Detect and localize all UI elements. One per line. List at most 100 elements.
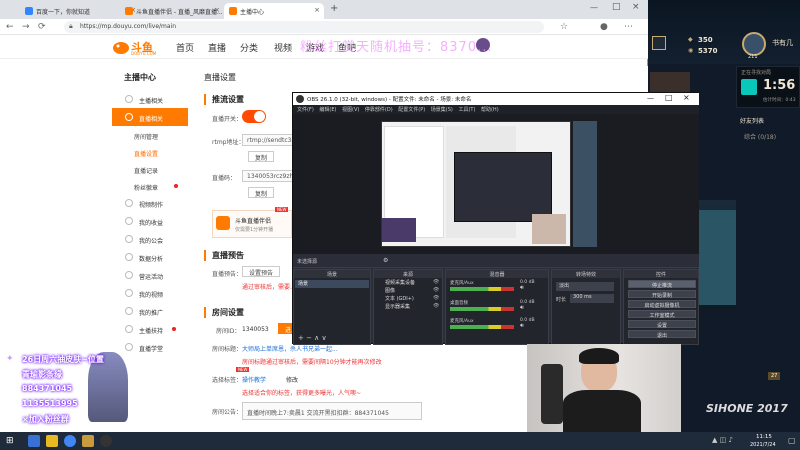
overlay-line: 青瑜影条缘 [22,370,62,379]
league-client-icon[interactable] [82,435,94,447]
url-input[interactable]: 🔒︎ https://mp.douyu.com/live/main [64,21,544,33]
copy-rtmp-button[interactable]: 复制 [248,151,275,162]
add-scene-icon[interactable]: + − ∧ ∨ [298,334,327,342]
scene-item[interactable]: 场景 [295,280,369,288]
speaker-icon[interactable]: 🔊︎ [520,304,524,312]
store-icon[interactable] [652,36,666,50]
clock-date[interactable]: 2021/7/24 [750,442,776,448]
eye-icon[interactable]: 👁︎ [433,287,439,293]
sparkle-icon: ✦ [6,354,14,364]
forward-icon[interactable]: → [22,21,30,33]
tab-douyu-app[interactable]: 斗鱼直播伴侣 - 直播_风靡直播... × [120,3,224,19]
sidebar-item-fan-badge[interactable]: 粉丝徽章 [112,177,188,195]
star-icon[interactable]: ☆ [560,21,568,33]
stop-streaming-button[interactable]: 停止推流 [628,280,696,289]
source-row[interactable]: 视频采集设备 👁︎ [375,279,455,287]
reload-icon[interactable]: ⟳ [38,21,46,33]
duration-input[interactable]: 300 ms [570,294,614,303]
settings-button[interactable]: 设置 [628,320,696,329]
rtmp-label: rtmp地址： [212,139,245,146]
chrome-icon[interactable] [64,435,76,447]
obs-preview [293,114,699,254]
scenes-dock: 场景 场景 + − ∧ ∨ [293,269,371,345]
tab-streamer-center[interactable]: 主播中心 × [224,3,324,19]
player-avatar[interactable] [742,32,766,56]
exit-button[interactable]: 退出 [628,330,696,339]
sidebar-item-guild[interactable]: 我的公会 [112,230,188,248]
set-preview-button[interactable]: 设置预告 [242,266,281,277]
obs-taskbar-icon[interactable] [100,435,112,447]
notification-icon[interactable]: ▢ [788,436,796,445]
edge-icon[interactable] [28,435,40,447]
nav-live[interactable]: 直播 [208,41,226,54]
eye-icon[interactable]: 👁︎ [433,295,439,301]
player-level: 211 [748,54,758,60]
sidebar-item-anchor[interactable]: 主播相关 [112,90,188,108]
nav-home[interactable]: 首页 [176,41,194,54]
windows-start-icon[interactable]: ⊞ [6,436,14,446]
friends-group[interactable]: 综合 (0/18) [744,132,776,141]
mixer-channel-name: 桌面音频 [450,301,468,306]
start-recording-button[interactable]: 开始录制 [628,290,696,299]
sidebar-item-promo[interactable]: 我的推广 [112,302,188,320]
gear-icon[interactable]: ⚙ [383,257,388,264]
close-window-icon[interactable]: × [632,2,640,12]
edit-tag-link[interactable]: 修改 [286,375,298,384]
new-tab-icon[interactable]: + [330,3,338,14]
maximize-icon[interactable]: □ [665,93,673,102]
source-row[interactable]: 文本 (GDI+) 👁︎ [375,295,455,303]
champion-art [696,210,736,305]
obs-window: OBS 26.1.0 (32-bit, windows) - 配置文件: 未命名… [292,92,699,345]
close-tab-icon[interactable]: × [214,6,220,14]
sidebar-item-events[interactable]: 营运活动 [112,266,188,284]
speaker-icon[interactable]: 🔊︎ [520,284,524,292]
sidebar-item-my-videos[interactable]: 我的视频 [112,284,188,302]
sidebar-item-analytics[interactable]: 数据分析 [112,248,188,266]
companion-desc: 仅需要1分钟开播 [235,227,274,233]
rtmp-field[interactable]: rtmp://sendtc3a... [242,134,294,146]
close-icon[interactable]: × [683,93,690,102]
source-row[interactable]: 显示器采集 👁︎ [375,303,455,311]
speaker-icon[interactable]: 🔊︎ [520,322,524,330]
close-tab-icon[interactable]: × [314,6,320,14]
queue-icon[interactable] [741,79,757,95]
preview-canvas[interactable] [381,121,571,247]
sidebar-item-video[interactable]: 视频制作 [112,194,188,212]
studio-mode-button[interactable]: 工作室模式 [628,310,696,319]
clock-time[interactable]: 11:15 [756,434,772,440]
stream-key-field[interactable]: 1340053rcz9zhw... [242,170,294,182]
profile-icon[interactable]: ● [600,21,608,33]
maximize-icon[interactable]: □ [612,2,621,12]
live-toggle[interactable] [242,110,266,123]
copy-key-button[interactable]: 复制 [248,187,275,198]
menu-icon[interactable]: ⋯ [624,21,633,33]
room-title-value[interactable]: 大师局上单席恩，杀人书兄弟一起... [242,344,338,353]
game-header [648,0,800,64]
transition-select[interactable]: 淡出 [556,282,614,291]
controls-dock: 控件 停止推流 开始录制 启动虚拟摄像机 工作室模式 设置 退出 [623,269,699,345]
minimize-icon[interactable]: — [590,3,598,12]
douyu-logo[interactable]: 斗鱼 DOUYU.COM [112,39,168,56]
network-icon[interactable]: ▲ ◫ ♪ [712,436,733,444]
back-icon[interactable]: ← [6,21,14,33]
sidebar-item-room-manage[interactable]: 房间管理 [112,126,188,144]
virtual-camera-button[interactable]: 启动虚拟摄像机 [628,300,696,309]
transitions-header: 转场特效 [552,270,620,278]
sidebar-item-live[interactable]: 直播相关 [112,108,188,126]
eye-icon[interactable]: 👁︎ [433,303,439,309]
tag-hint: 选择适合你的标签，获得更多曝光，人气噢~ [242,390,362,397]
sidebar-item-support[interactable]: 主播扶持 [112,320,188,338]
nav-category[interactable]: 分类 [240,41,258,54]
room-notice-field[interactable]: 直播时间晚上7:卖晨1 交流开黑扣扣群：884371045 [242,402,422,420]
obs-menu-bar[interactable]: 文件(F) 编辑(E) 视图(V) 停靠部件(D) 配置文件(P) 场景集(S)… [293,105,699,114]
sidebar-item-income[interactable]: 我的收益 [112,212,188,230]
minimize-icon[interactable]: — [647,94,654,102]
nav-video[interactable]: 视频 [274,41,292,54]
eye-icon[interactable]: 👁︎ [433,279,439,285]
file-explorer-icon[interactable] [46,435,58,447]
person-shirt [563,390,641,432]
sidebar-item-live-settings[interactable]: 直播设置 [112,143,188,161]
sidebar-item-live-records[interactable]: 直播记录 [112,160,188,178]
source-row[interactable]: 图像 👁︎ [375,287,455,295]
live-companion-card[interactable]: 斗鱼直播伴侣 仅需要1分钟开播 NEW [212,207,292,238]
